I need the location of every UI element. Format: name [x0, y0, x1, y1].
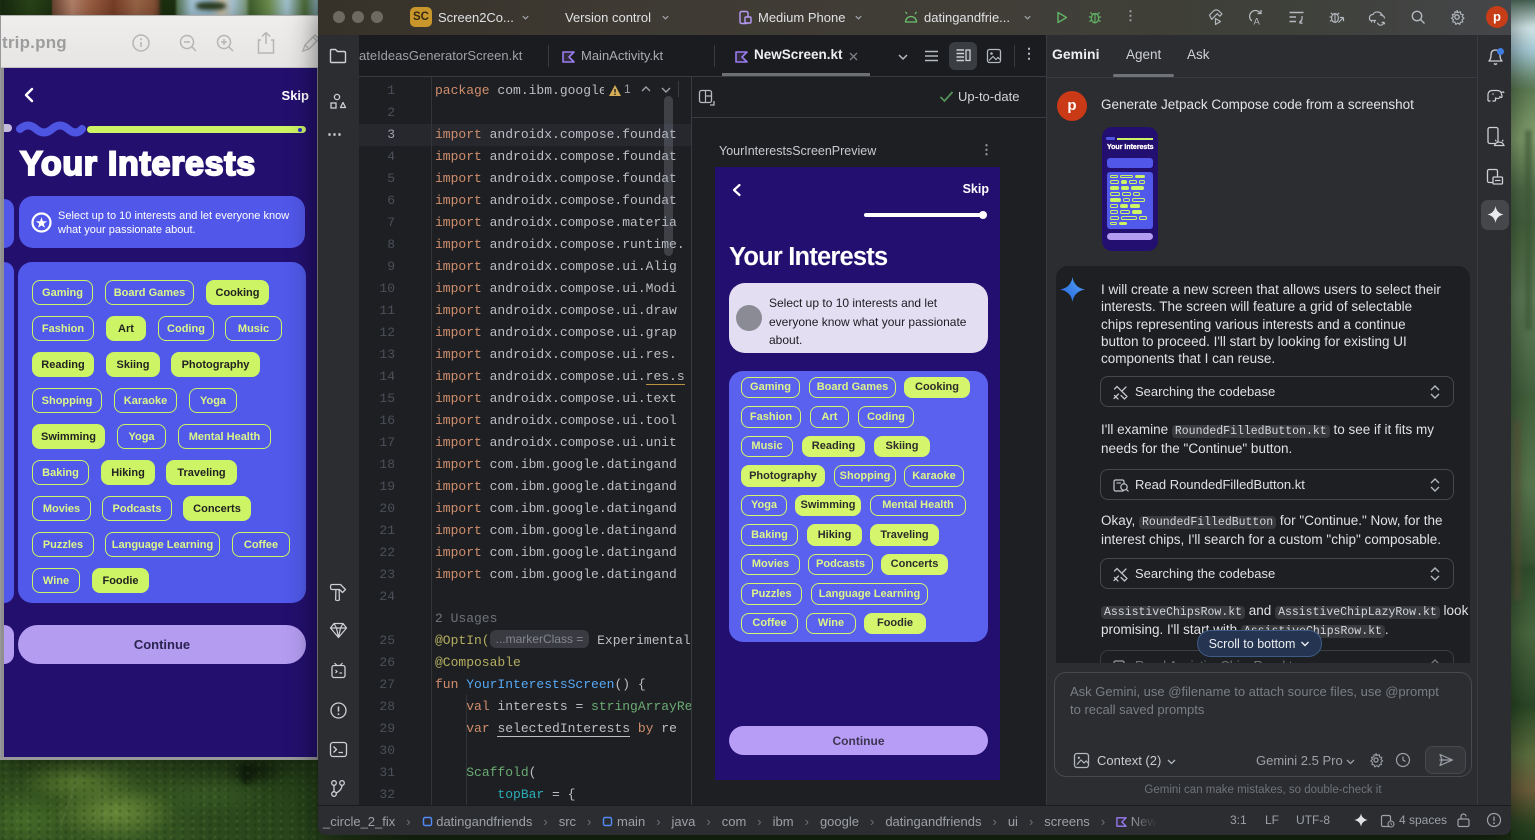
svg-text:A: A: [1254, 17, 1261, 27]
